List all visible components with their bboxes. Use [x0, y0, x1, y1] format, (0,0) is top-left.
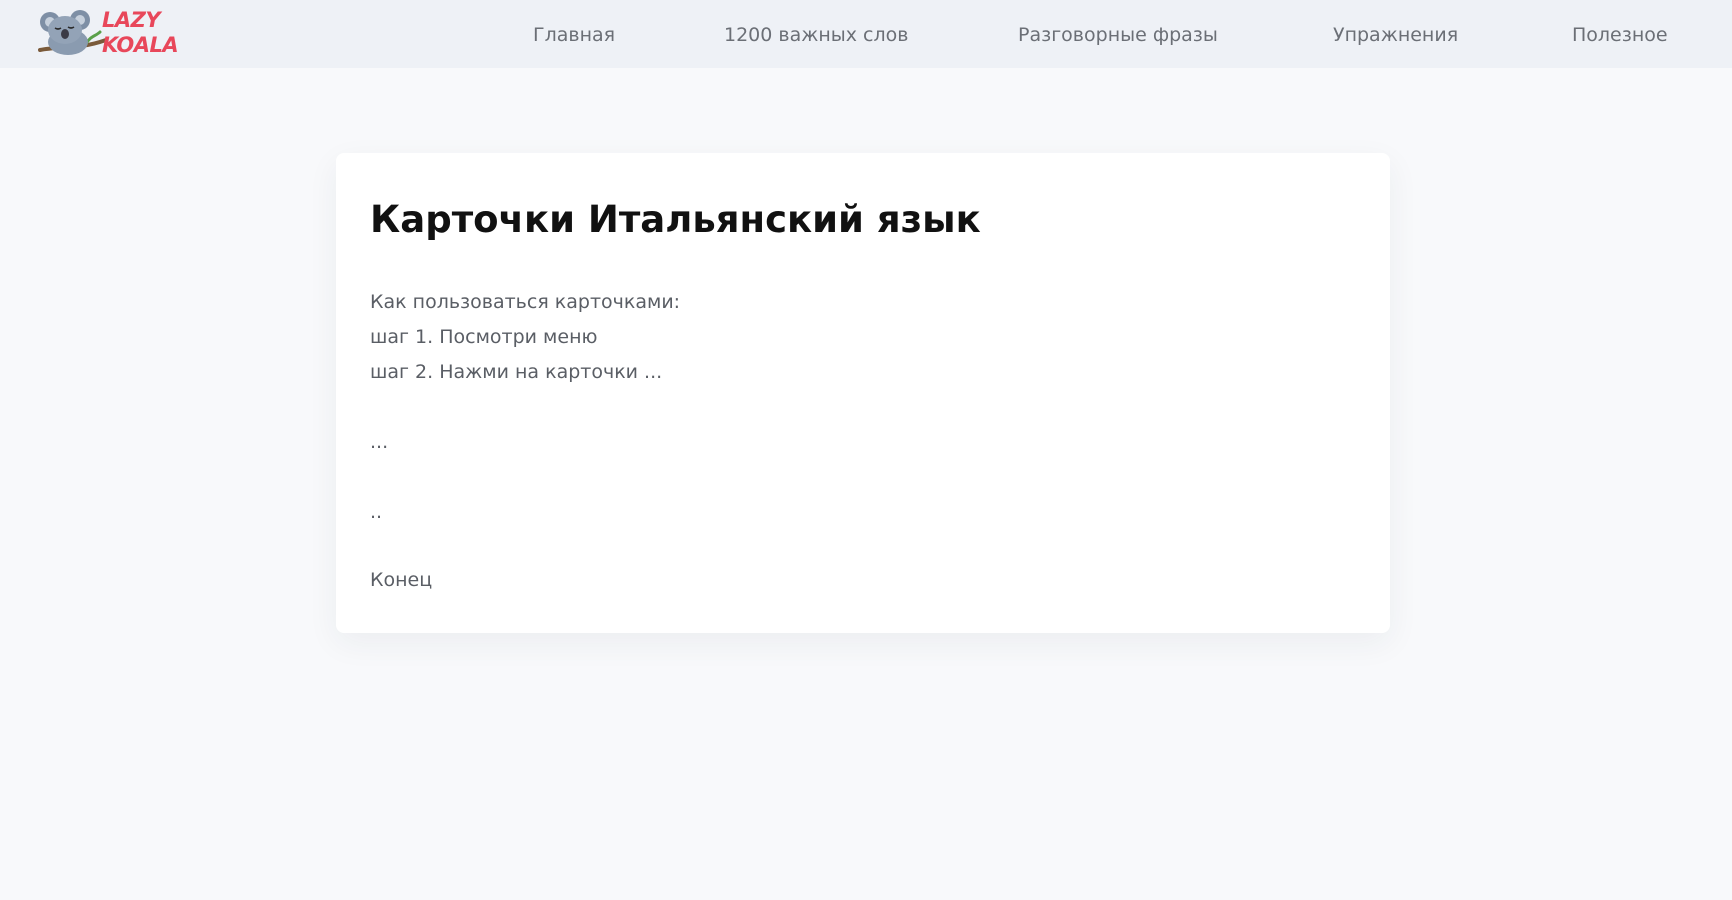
content-card: Карточки Итальянский язык Как пользовать… — [336, 153, 1390, 633]
step-2-text: шаг 2. Нажми на карточки ... — [370, 361, 663, 383]
double-dot-text: .. — [370, 501, 383, 523]
end-text: Конец — [370, 569, 433, 591]
instructions-heading: Как пользоваться карточками: — [370, 291, 681, 313]
ellipsis-text: ... — [370, 431, 389, 453]
top-navbar: LAZY KOALA Главная 1200 важных слов Разг… — [0, 0, 1732, 68]
logo-line-1: LAZY — [102, 8, 161, 32]
step-1-text: шаг 1. Посмотри меню — [370, 326, 598, 348]
nav-link-home[interactable]: Главная — [533, 22, 615, 48]
logo-wordmark: LAZY KOALA — [102, 8, 179, 58]
page-title: Карточки Итальянский язык — [370, 198, 981, 241]
nav-link-1200-words[interactable]: 1200 важных слов — [724, 22, 908, 48]
site-logo[interactable]: LAZY KOALA — [38, 6, 198, 62]
nav-link-useful[interactable]: Полезное — [1572, 22, 1668, 48]
nav-link-phrases[interactable]: Разговорные фразы — [1018, 22, 1218, 48]
nav-link-exercises[interactable]: Упражнения — [1333, 22, 1458, 48]
logo-line-2: KOALA — [102, 33, 179, 57]
koala-icon — [38, 10, 108, 55]
